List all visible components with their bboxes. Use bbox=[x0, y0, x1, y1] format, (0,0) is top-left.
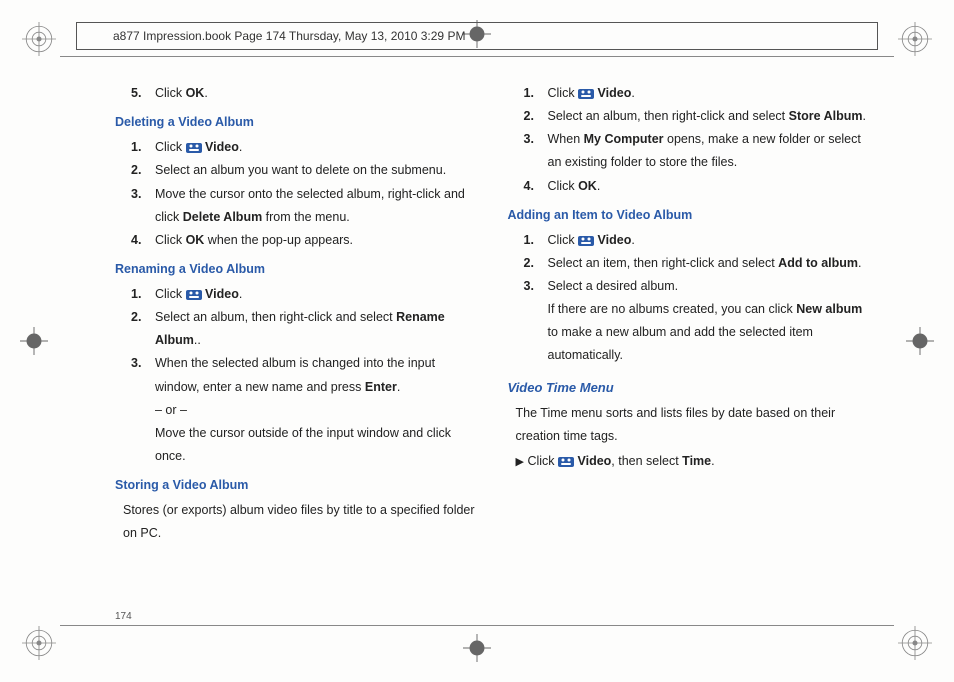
section-desc: Stores (or exports) album video files by… bbox=[115, 499, 480, 545]
list-item: 1. Click Video. bbox=[508, 82, 873, 105]
step-number: 5. bbox=[131, 82, 155, 105]
step-number: 3. bbox=[131, 183, 155, 206]
section-heading: Renaming a Video Album bbox=[115, 258, 480, 281]
step-number: 1. bbox=[524, 229, 548, 252]
step-number: 3. bbox=[524, 275, 548, 298]
list-item: 2. Select an album, then right-click and… bbox=[508, 105, 873, 128]
section-heading: Storing a Video Album bbox=[115, 474, 480, 497]
divider bbox=[60, 625, 894, 626]
list-item: 5. Click OK. bbox=[115, 82, 480, 105]
section-heading: Video Time Menu bbox=[508, 376, 873, 400]
list-item: 4. Click OK when the pop-up appears. bbox=[115, 229, 480, 252]
list-item: 4. Click OK. bbox=[508, 175, 873, 198]
list-item: 1. Click Video. bbox=[115, 136, 480, 159]
step-number: 3. bbox=[524, 128, 548, 151]
registration-mark-icon bbox=[22, 626, 56, 660]
list-item: 3. When My Computer opens, make a new fo… bbox=[508, 128, 873, 174]
video-icon bbox=[578, 235, 594, 246]
registration-mark-icon bbox=[898, 22, 932, 56]
video-icon bbox=[558, 456, 574, 467]
section-heading: Adding an Item to Video Album bbox=[508, 204, 873, 227]
step-number: 1. bbox=[524, 82, 548, 105]
section-desc: The Time menu sorts and lists files by d… bbox=[508, 402, 873, 448]
step-number: 2. bbox=[131, 159, 155, 182]
instruction-line: ▶ Click Video, then select Time. bbox=[508, 450, 873, 473]
left-column: 5. Click OK. Deleting a Video Album 1. C… bbox=[115, 82, 480, 608]
video-icon bbox=[186, 289, 202, 300]
step-number: 2. bbox=[524, 105, 548, 128]
crop-mark-icon bbox=[906, 327, 934, 355]
step-number: 2. bbox=[524, 252, 548, 275]
page-header: a877 Impression.book Page 174 Thursday, … bbox=[76, 22, 878, 50]
step-number: 2. bbox=[131, 306, 155, 329]
right-column: 1. Click Video. 2. Select an album, then… bbox=[508, 82, 873, 608]
page-number: 174 bbox=[115, 611, 132, 622]
list-item: 1. Click Video. bbox=[115, 283, 480, 306]
crop-mark-icon bbox=[463, 634, 491, 662]
step-number: 3. bbox=[131, 352, 155, 375]
registration-mark-icon bbox=[22, 22, 56, 56]
step-number: 4. bbox=[524, 175, 548, 198]
list-item: 2. Select an album you want to delete on… bbox=[115, 159, 480, 182]
video-icon bbox=[578, 88, 594, 99]
video-icon bbox=[186, 142, 202, 153]
list-item: 3. When the selected album is changed in… bbox=[115, 352, 480, 468]
arrow-icon: ▶ bbox=[516, 456, 524, 468]
crop-mark-icon bbox=[20, 327, 48, 355]
registration-mark-icon bbox=[898, 626, 932, 660]
list-item: 3. Move the cursor onto the selected alb… bbox=[115, 183, 480, 229]
step-number: 1. bbox=[131, 283, 155, 306]
page-body: 5. Click OK. Deleting a Video Album 1. C… bbox=[115, 82, 872, 608]
section-heading: Deleting a Video Album bbox=[115, 111, 480, 134]
header-text: a877 Impression.book Page 174 Thursday, … bbox=[113, 29, 465, 43]
list-item: 1. Click Video. bbox=[508, 229, 873, 252]
step-number: 4. bbox=[131, 229, 155, 252]
list-item: 3. Select a desired album. If there are … bbox=[508, 275, 873, 368]
divider bbox=[60, 56, 894, 57]
list-item: 2. Select an item, then right-click and … bbox=[508, 252, 873, 275]
list-item: 2. Select an album, then right-click and… bbox=[115, 306, 480, 352]
step-number: 1. bbox=[131, 136, 155, 159]
